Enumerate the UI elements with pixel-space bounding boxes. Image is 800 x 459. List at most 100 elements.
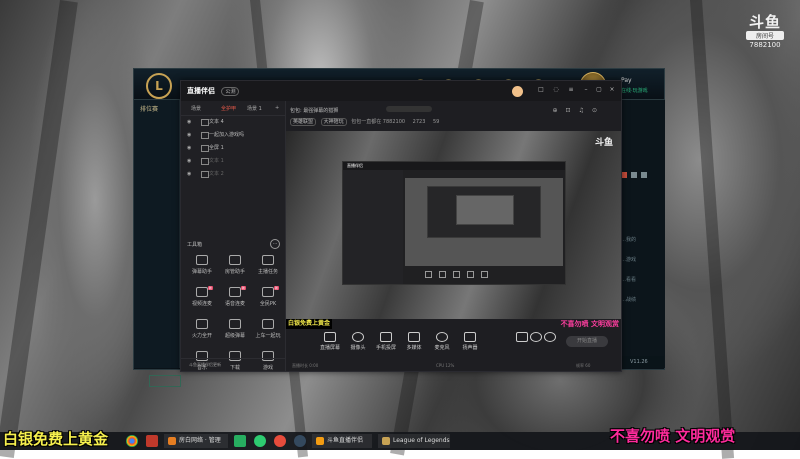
ranked-label[interactable]: 排位赛	[140, 104, 158, 113]
tab-scene[interactable]: 场景	[191, 105, 201, 112]
status-bar: 直播时长 0:00 CPU 12% 帧率 60	[286, 359, 621, 371]
main-panel: 包包: 最强弹幕的猎狮 英雄联盟 大神陪玩 包包一直都在 7882100 272…	[286, 101, 621, 371]
stream-preview[interactable]: 斗鱼 直播伴侣	[286, 131, 621, 319]
source-label: 文本 2	[209, 171, 224, 177]
game-icon[interactable]	[294, 435, 306, 447]
nested-preview	[405, 178, 563, 266]
window-icon	[382, 437, 390, 445]
control-button[interactable]: 直播屏幕	[316, 332, 344, 351]
source-type-icon	[201, 145, 209, 152]
tool-label: 上车一起玩	[255, 333, 281, 339]
tool-icon	[229, 319, 241, 329]
control-button[interactable]: 手机投屏	[372, 332, 400, 351]
system-tray[interactable]	[760, 434, 796, 448]
tab-scene-1[interactable]: 场景 1	[247, 105, 262, 112]
tool-item[interactable]: 房管助手	[220, 255, 250, 281]
eye-icon[interactable]: ◉	[187, 119, 191, 125]
tool-icon	[196, 319, 208, 329]
media-icon[interactable]	[274, 435, 286, 447]
tool-item[interactable]: 全民PK 新	[253, 286, 283, 313]
companion-titlebar: 直播伴侣 公测 □ ◌ ≡ – ▢ ×	[181, 81, 621, 101]
update-notice[interactable]: 斗鱼直播伴侣更新	[189, 362, 221, 368]
tool-item[interactable]: 主播任务	[253, 255, 283, 281]
lol-left-panel: 排位赛	[134, 100, 181, 387]
tool-icon	[262, 319, 274, 329]
taskbar-window[interactable]: 房白网络 · 管理	[164, 434, 228, 448]
tab-armor[interactable]: 全护甲	[221, 105, 236, 112]
taskbar-window[interactable]: 斗鱼直播伴侣	[312, 434, 372, 448]
tool-icon	[196, 287, 208, 297]
add-tab-icon[interactable]: +	[275, 105, 279, 111]
tool-item[interactable]: 语音连麦 新	[220, 286, 250, 313]
fans-value: 59	[433, 119, 440, 125]
nested-titlebar: 直播伴侣	[343, 162, 565, 170]
lol-logo[interactable]: L	[146, 73, 172, 99]
wechat-icon[interactable]	[254, 435, 266, 447]
user-avatar[interactable]	[512, 86, 523, 97]
sidebar-footer: 斗鱼直播伴侣更新	[181, 358, 285, 371]
summoner-status: 在线·玩游戏	[621, 88, 648, 94]
preview-caption-right: 不喜勿喷 文明观赏	[560, 320, 619, 328]
settings-icon[interactable]: ◌	[553, 87, 559, 93]
eye-icon[interactable]: ◉	[187, 145, 191, 151]
tool-item[interactable]: 上车一起玩	[253, 319, 283, 345]
menu-icon[interactable]: ≡	[568, 87, 574, 93]
control-button[interactable]: 多媒体	[400, 332, 428, 351]
gift-icon[interactable]: ⊡	[566, 107, 579, 114]
source-item[interactable]: ◉ 一起加入游戏吗	[181, 129, 285, 142]
tool-label: 火力全开	[191, 333, 212, 339]
tool-item[interactable]: 火力全开	[187, 319, 217, 345]
streaming-companion-window[interactable]: 直播伴侣 公测 □ ◌ ≡ – ▢ × 场景 全护甲 场景 1 + ◉ 文本 4 ◉…	[180, 80, 622, 372]
link-icon[interactable]: ⊙	[592, 107, 605, 114]
social-icon[interactable]	[641, 172, 647, 178]
control-button[interactable]: 摄像头	[344, 332, 372, 351]
douyu-logo: 斗鱼	[748, 13, 781, 31]
terminal-icon[interactable]	[234, 435, 246, 447]
source-label: 一起加入游戏吗	[209, 132, 245, 138]
message-icon[interactable]: □	[538, 87, 544, 93]
title-edit-field[interactable]	[386, 106, 432, 112]
room-info: 包包: 最强弹幕的猎狮 英雄联盟 大神陪玩 包包一直都在 7882100 272…	[286, 101, 621, 131]
preview-caption-left: 白银免费上黄金	[286, 319, 333, 329]
start-stream-button[interactable]: 开始直播	[566, 336, 608, 347]
source-item[interactable]: ◉ 文本 2	[181, 168, 285, 181]
eye-icon[interactable]: ◉	[187, 158, 191, 164]
control-button[interactable]: 扬声器	[456, 332, 484, 351]
caption-left: 白银免费上黄金	[3, 430, 109, 448]
close-icon[interactable]: ×	[609, 87, 615, 93]
share-icon[interactable]: ⊕	[553, 107, 566, 114]
source-item[interactable]: ◉ 文本 4	[181, 116, 285, 129]
control-button[interactable]: 麦克风	[428, 332, 456, 351]
tool-icon	[229, 255, 241, 265]
source-item[interactable]: ◉ 全屏 1	[181, 142, 285, 155]
info-tools: ⊕⊡♫⊙	[553, 107, 605, 114]
eye-icon[interactable]: ◉	[187, 132, 191, 138]
tool-label: 弹幕助手	[191, 269, 212, 275]
source-list: ◉ 文本 4 ◉ 一起加入游戏吗 ◉ 全屏 1 ◉ 文本 1 ◉ 文本 2	[181, 116, 285, 181]
scene-sidebar: 场景 全护甲 场景 1 + ◉ 文本 4 ◉ 一起加入游戏吗 ◉ 全屏 1 ◉ 文本 1 ◉ 文本…	[181, 101, 286, 371]
tool-item[interactable]: 弹幕助手	[187, 255, 217, 281]
bell-icon[interactable]: ♫	[579, 107, 592, 114]
nested-inner-window	[427, 186, 541, 238]
social-icon[interactable]	[631, 172, 637, 178]
lol-left-button[interactable]	[149, 375, 181, 387]
source-item[interactable]: ◉ 文本 1	[181, 155, 285, 168]
tool-item[interactable]: 超级弹幕	[220, 319, 250, 345]
source-type-icon	[201, 171, 209, 178]
room-number: 7882100	[749, 41, 781, 49]
chrome-icon[interactable]	[126, 435, 138, 447]
minimize-icon[interactable]: –	[583, 87, 589, 93]
client-version: V11.26	[630, 359, 648, 365]
version-badge: 公测	[221, 87, 240, 96]
taskbar-window[interactable]: League of Legends	[378, 434, 450, 448]
eye-icon[interactable]: ◉	[187, 171, 191, 177]
category-pill[interactable]: 英雄联盟	[290, 118, 317, 126]
category-pill[interactable]: 大神陪玩	[320, 118, 347, 126]
app-icon[interactable]	[146, 435, 158, 447]
tool-label: 语音连麦	[224, 301, 245, 307]
tool-item[interactable]: 视频连麦 新	[187, 286, 217, 313]
gear-icon[interactable]	[536, 332, 564, 344]
more-icon[interactable]: ···	[270, 239, 280, 249]
maximize-icon[interactable]: ▢	[596, 87, 602, 93]
source-label: 文本 1	[209, 158, 224, 164]
